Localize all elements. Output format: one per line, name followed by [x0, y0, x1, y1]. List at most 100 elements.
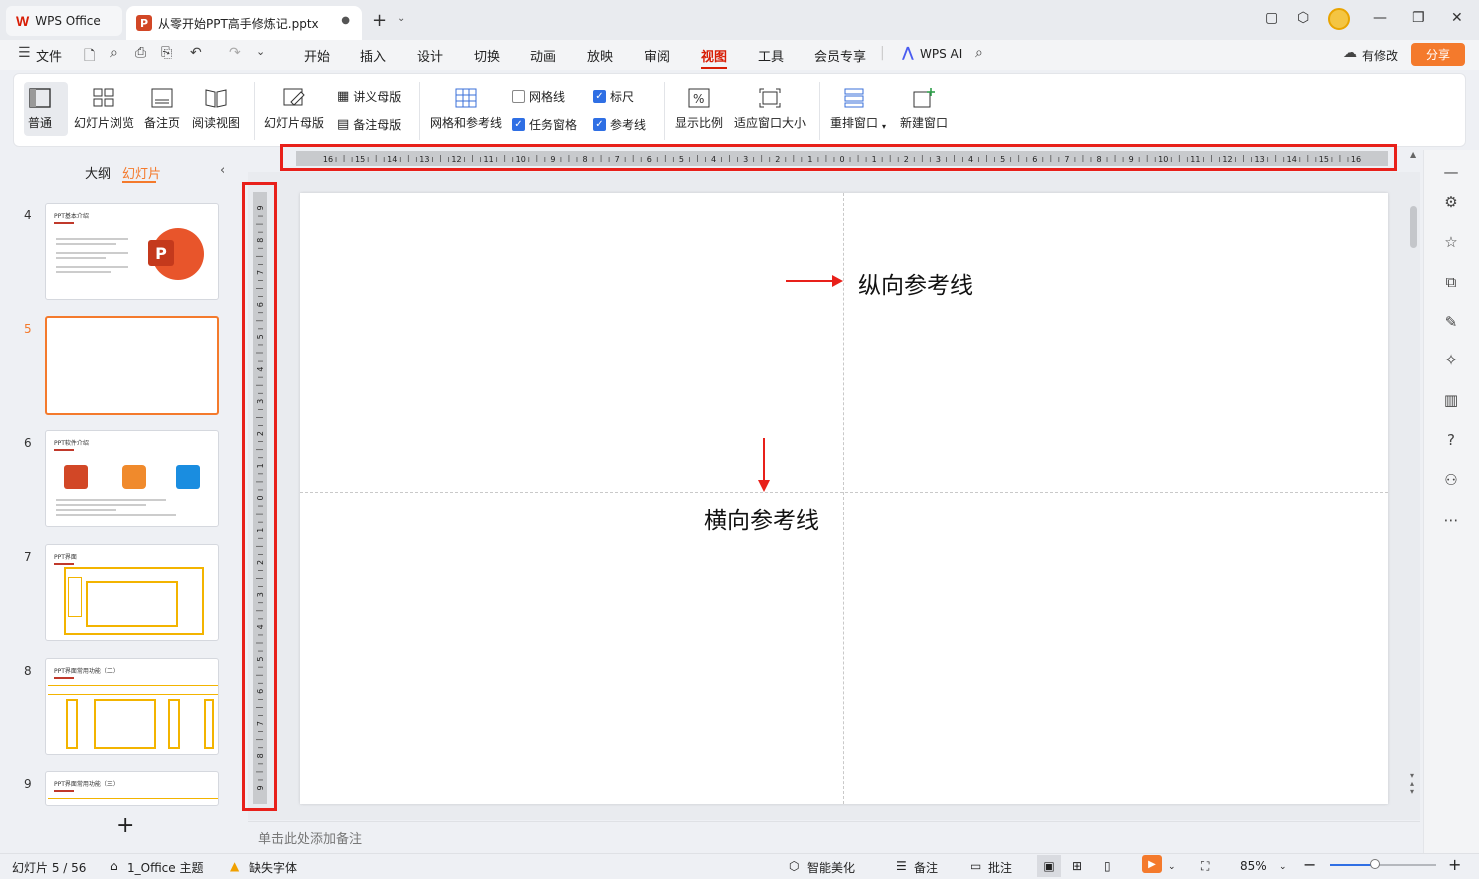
slide-master-button[interactable]: 幻灯片母版	[264, 86, 324, 131]
more-icon[interactable]: ⋯	[1441, 510, 1461, 530]
zoom-slider-handle[interactable]	[1369, 859, 1380, 869]
cube-icon[interactable]: ⬡	[1297, 10, 1309, 26]
share-link-icon[interactable]: ⌕	[110, 45, 118, 61]
menu-wps-ai[interactable]: WPS AI	[920, 47, 962, 61]
comment-icon[interactable]: ⧉	[1441, 272, 1461, 292]
ruler-check-icon[interactable]: ✓	[593, 90, 606, 103]
collapse-sidebar-icon[interactable]: —	[1441, 162, 1461, 182]
menu-design[interactable]: 设计	[417, 46, 443, 65]
map-icon[interactable]: ▥	[1441, 390, 1461, 410]
new-window-button[interactable]: 新建窗口	[900, 86, 948, 131]
window-layout-icon[interactable]: ▢	[1265, 10, 1278, 26]
share-button-label: 分享	[1425, 48, 1450, 62]
slide-thumbnail-5[interactable]	[45, 316, 219, 415]
menu-tools[interactable]: 工具	[758, 46, 784, 65]
missing-fonts-button[interactable]: 缺失字体	[249, 859, 297, 876]
menu-insert[interactable]: 插入	[360, 46, 386, 65]
shirt-icon[interactable]: ⚇	[1441, 470, 1461, 490]
gridlines-checkbox[interactable]: 网格线	[512, 88, 565, 105]
zoom-button[interactable]: % 显示比例	[675, 86, 723, 131]
menu-slideshow[interactable]: 放映	[587, 46, 613, 65]
zoom-in-button[interactable]: +	[1448, 855, 1461, 874]
task-pane-checkbox[interactable]: ✓ 任务窗格	[512, 116, 577, 133]
zoom-dropdown-icon[interactable]: ⌄	[1279, 862, 1287, 872]
star-icon[interactable]: ☆	[1441, 232, 1461, 252]
reading-view-button[interactable]: 阅读视图	[192, 86, 240, 131]
slide-thumbnail-8[interactable]: PPT界面常用功能（二）	[45, 658, 219, 755]
theme-name[interactable]: 1_Office 主题	[127, 859, 203, 876]
minimize-button[interactable]: —	[1373, 10, 1387, 26]
slide-thumbnail-7[interactable]: PPT界面	[45, 544, 219, 641]
close-button[interactable]: ✕	[1451, 10, 1463, 26]
print-icon[interactable]: ⎙	[135, 45, 146, 61]
hamburger-icon[interactable]: ☰	[18, 45, 31, 61]
gridlines-check-icon[interactable]	[512, 90, 525, 103]
guides-check-icon[interactable]: ✓	[593, 118, 606, 131]
smart-beautify-button[interactable]: 智能美化	[807, 859, 855, 876]
zoom-out-button[interactable]: −	[1303, 855, 1316, 874]
notes-master-button[interactable]: ▤ 备注母版	[337, 116, 401, 133]
slide-thumbnail-4[interactable]: PPT基本介绍 P	[45, 203, 219, 300]
menu-member[interactable]: 会员专享	[814, 46, 866, 65]
ruler-checkbox[interactable]: ✓ 标尺	[593, 88, 634, 105]
tab-wps-home[interactable]: W WPS Office	[6, 6, 122, 36]
magic-tool-icon[interactable]: ✧	[1441, 350, 1461, 370]
slide-sorter-status-icon[interactable]: ⊞	[1072, 859, 1082, 873]
tab-slides[interactable]: 幻灯片	[122, 163, 161, 182]
guides-checkbox[interactable]: ✓ 参考线	[593, 116, 646, 133]
normal-view-button[interactable]: 普通	[28, 86, 52, 131]
tab-list-dropdown[interactable]: ⌄	[397, 13, 405, 24]
properties-icon[interactable]: ⚙	[1441, 192, 1461, 212]
scroll-up-icon[interactable]: ▲	[1410, 150, 1416, 159]
avatar[interactable]	[1328, 8, 1350, 30]
help-icon[interactable]: ?	[1441, 430, 1461, 450]
arrange-windows-button[interactable]: 重排窗口	[830, 86, 878, 131]
new-tab-button[interactable]: +	[372, 10, 387, 31]
play-dropdown-icon[interactable]: ⌄	[1168, 862, 1176, 872]
slideshow-play-button[interactable]: ▶	[1142, 855, 1162, 873]
fit-slide-icon[interactable]: ⛶	[1201, 859, 1209, 874]
share-button[interactable]: 分享	[1411, 43, 1465, 66]
reading-view-status-icon[interactable]: ▯	[1104, 859, 1111, 873]
menu-home[interactable]: 开始	[304, 46, 330, 65]
notes-page-button[interactable]: 备注页	[144, 86, 180, 131]
notes-pane[interactable]: 单击此处添加备注	[248, 821, 1420, 851]
slide-browse-button[interactable]: 幻灯片浏览	[74, 86, 134, 131]
horizontal-guide[interactable]	[300, 492, 1388, 493]
slide-thumbnail-6[interactable]: PPT软件介绍	[45, 430, 219, 527]
restore-button[interactable]: ❐	[1412, 10, 1425, 26]
collapse-panel-icon[interactable]: ‹	[220, 163, 225, 178]
normal-view-status-icon[interactable]: ▣	[1037, 855, 1061, 877]
menu-review[interactable]: 审阅	[644, 46, 670, 65]
notes-toggle-button[interactable]: 备注	[914, 859, 938, 876]
fit-window-button[interactable]: 适应窗口大小	[734, 86, 806, 131]
unsaved-dot-icon[interactable]: ●	[341, 15, 350, 26]
quick-access-dropdown-icon[interactable]: ⌄	[256, 45, 265, 58]
print-preview-icon[interactable]: ⎘	[161, 45, 172, 61]
comments-button[interactable]: 批注	[988, 859, 1012, 876]
save-icon[interactable]: 🗋	[84, 45, 95, 69]
slide-number: 7	[24, 550, 32, 564]
menu-view[interactable]: 视图	[701, 46, 727, 65]
tab-outline[interactable]: 大纲	[85, 163, 111, 182]
grid-guides-button[interactable]: 网格和参考线	[430, 86, 502, 131]
vertical-scrollbar[interactable]	[1410, 206, 1417, 248]
menu-file[interactable]: 文件	[36, 46, 62, 65]
search-icon[interactable]: ⌕	[975, 45, 983, 61]
scroll-page-icon[interactable]: ▾ ▴ ▾	[1410, 772, 1414, 796]
task-pane-check-icon[interactable]: ✓	[512, 118, 525, 131]
redo-icon[interactable]: ↷	[229, 45, 241, 61]
menu-transitions[interactable]: 切换	[474, 46, 500, 65]
undo-icon[interactable]: ↶	[190, 45, 202, 61]
zoom-level[interactable]: 85%	[1240, 859, 1267, 873]
slide-thumbnail-9[interactable]: PPT界面常用功能（三）	[45, 771, 219, 806]
add-slide-button[interactable]: +	[116, 813, 134, 838]
menu-animations[interactable]: 动画	[530, 46, 556, 65]
vertical-guide-label: 纵向参考线	[858, 273, 973, 299]
modified-status[interactable]: 有修改	[1362, 47, 1398, 64]
tab-document[interactable]: P 从零开始PPT高手修炼记.pptx ●	[126, 6, 362, 40]
fit-window-label: 适应窗口大小	[734, 116, 807, 130]
handout-master-button[interactable]: ▦ 讲义母版	[337, 88, 401, 105]
arrange-dropdown-icon[interactable]: ▾	[882, 122, 886, 131]
image-edit-icon[interactable]: ✎	[1441, 312, 1461, 332]
